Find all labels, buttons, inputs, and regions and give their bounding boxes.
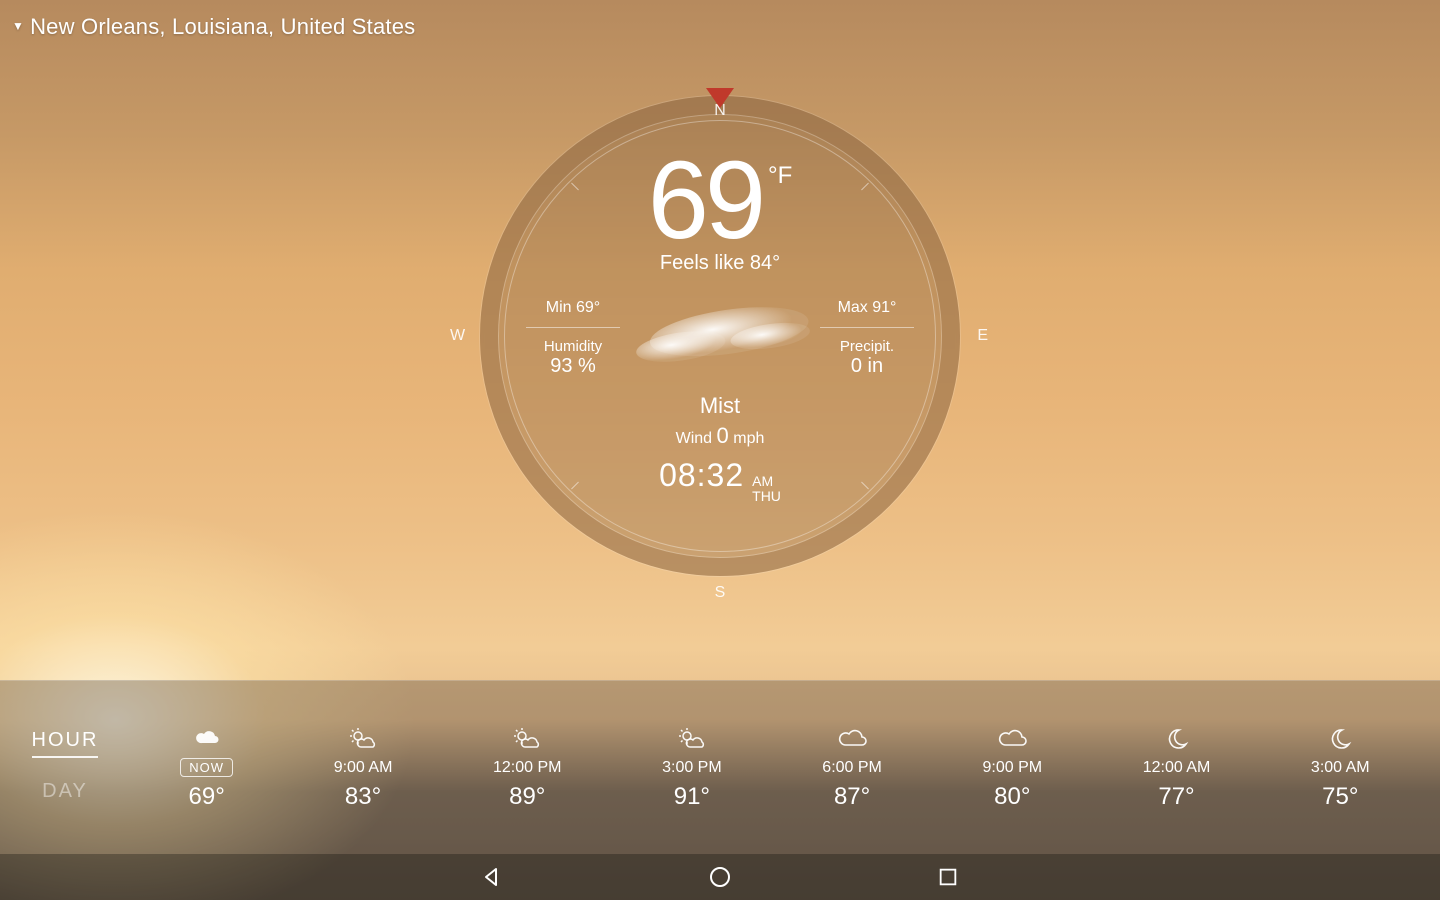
divider [820, 327, 914, 328]
hourly-now-badge: NOW [180, 758, 233, 777]
compass-content: 69 °F Feels like 84° Min 69° Humidity 93… [516, 132, 924, 540]
clock-time: 08:32 [659, 457, 744, 494]
weather-icon [1165, 725, 1189, 753]
location-name: New Orleans, Louisiana, United States [30, 14, 415, 40]
min-temp: Min 69° [526, 299, 620, 317]
android-nav-bar [0, 854, 1440, 900]
hourly-forecast-bar: HOUR DAY NOW 69° 9:00 AM 83° 12:00 PM 89… [0, 680, 1440, 854]
hourly-time: 3:00 AM [1311, 759, 1370, 777]
hourly-slot[interactable]: 3:00 PM 91° [662, 725, 722, 811]
hourly-time: 12:00 PM [493, 759, 561, 777]
hourly-slot[interactable]: 9:00 AM 83° [334, 725, 393, 811]
hourly-slot[interactable]: 12:00 PM 89° [493, 725, 561, 811]
hourly-temp: 77° [1158, 783, 1194, 811]
weather-compass[interactable]: 69 °F Feels like 84° Min 69° Humidity 93… [480, 96, 960, 576]
hourly-temp: 69° [189, 783, 225, 811]
back-button[interactable] [478, 863, 506, 891]
hourly-slots[interactable]: NOW 69° 9:00 AM 83° 12:00 PM 89° 3:00 PM… [130, 681, 1440, 854]
humidity-value: 93 % [526, 355, 620, 378]
location-dropdown[interactable]: ▼ New Orleans, Louisiana, United States [12, 14, 415, 40]
weather-icon [348, 725, 378, 753]
wind-text: Wind 0 mph [676, 423, 765, 449]
recent-apps-button[interactable] [934, 863, 962, 891]
dropdown-triangle-icon: ▼ [12, 19, 24, 33]
weather-icon [837, 725, 867, 753]
hourly-slot[interactable]: 12:00 AM 77° [1143, 725, 1211, 811]
clock-day: THU [752, 489, 781, 504]
hourly-slot[interactable]: NOW 69° [180, 724, 233, 811]
temp-unit: °F [768, 162, 792, 190]
weather-icon [512, 725, 542, 753]
clock-ampm: AM [752, 474, 781, 489]
hourly-time: 9:00 AM [334, 759, 393, 777]
weather-icon [997, 725, 1027, 753]
divider [526, 327, 620, 328]
hourly-temp: 83° [345, 783, 381, 811]
condition-cloud-icon [620, 293, 820, 383]
max-precip-col: Max 91° Precipit. 0 in [820, 299, 914, 378]
hourly-slot[interactable]: 9:00 PM 80° [983, 725, 1043, 811]
weather-icon [1328, 725, 1352, 753]
tab-hour[interactable]: HOUR [32, 729, 99, 758]
weather-icon [194, 724, 220, 752]
feels-like: Feels like 84° [660, 252, 780, 275]
compass-s-label: S [715, 584, 726, 602]
hourly-temp: 80° [994, 783, 1030, 811]
weather-icon [677, 725, 707, 753]
home-button[interactable] [706, 863, 734, 891]
wind-unit: mph [733, 430, 764, 447]
wind-value: 0 [717, 423, 729, 448]
compass-e-label: E [977, 327, 988, 345]
compass-disc: 69 °F Feels like 84° Min 69° Humidity 93… [480, 96, 960, 576]
hourly-time: 12:00 AM [1143, 759, 1211, 777]
hourly-temp: 89° [509, 783, 545, 811]
north-marker-icon [706, 88, 734, 108]
tab-day[interactable]: DAY [42, 780, 88, 807]
hourly-time: 6:00 PM [822, 759, 882, 777]
min-humidity-col: Min 69° Humidity 93 % [526, 299, 620, 378]
hourly-time: 9:00 PM [983, 759, 1043, 777]
humidity-label: Humidity [526, 338, 620, 355]
hourly-temp: 87° [834, 783, 870, 811]
hourly-slot[interactable]: 6:00 PM 87° [822, 725, 882, 811]
precip-label: Precipit. [820, 338, 914, 355]
hourly-time: 3:00 PM [662, 759, 722, 777]
condition-text: Mist [700, 393, 740, 419]
compass-w-label: W [450, 327, 465, 345]
hourly-slot[interactable]: 3:00 AM 75° [1311, 725, 1370, 811]
forecast-tabs: HOUR DAY [0, 681, 130, 854]
temp-value: 69 [648, 146, 762, 256]
hourly-temp: 91° [674, 783, 710, 811]
mid-stats-row: Min 69° Humidity 93 % Max 91° Precipit. … [516, 293, 924, 383]
hourly-temp: 75° [1322, 783, 1358, 811]
max-temp: Max 91° [820, 299, 914, 317]
wind-label: Wind [676, 430, 712, 447]
time-row: 08:32 AM THU [659, 457, 781, 505]
precip-value: 0 in [820, 355, 914, 378]
current-temp: 69 °F [648, 146, 793, 256]
